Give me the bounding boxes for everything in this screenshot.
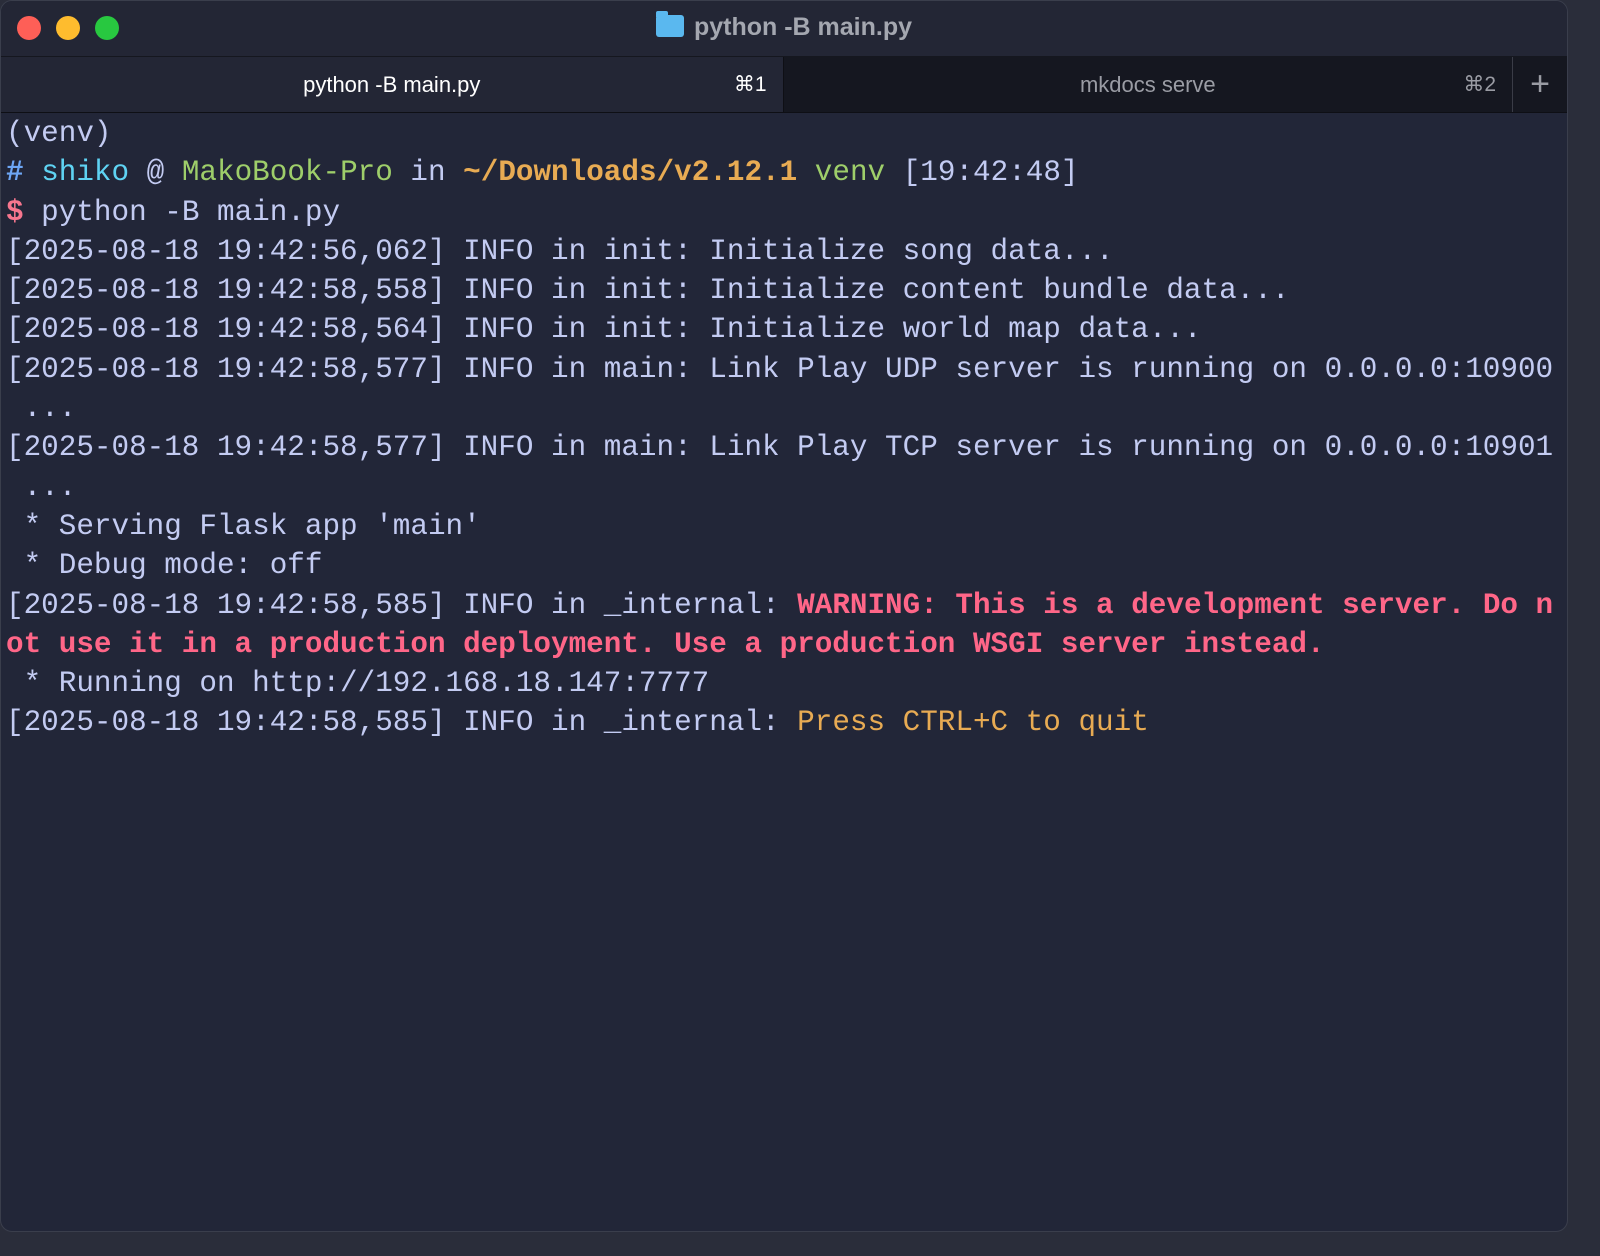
terminal-line: [2025-08-18 19:42:58,558] INFO in init: … (6, 271, 1553, 310)
tab-shortcut: ⌘2 (1463, 73, 1497, 96)
terminal-text-segment: WARNING: This is a development server. D… (797, 588, 1554, 622)
terminal-window: python -B main.py python -B main.py ⌘1 m… (0, 0, 1568, 1232)
terminal-text-segment: ot use it in a production deployment. Us… (6, 627, 1325, 661)
terminal-text-segment: [2025-08-18 19:42:58,585] INFO in _inter… (6, 706, 798, 740)
terminal-line: ot use it in a production deployment. Us… (6, 625, 1553, 664)
terminal-text-segment: [2025-08-18 19:42:58,577] INFO in main: … (6, 431, 1554, 465)
terminal-text-segment: shiko (41, 156, 130, 190)
terminal-text-segment: @ (129, 156, 182, 190)
terminal-text-segment: [2025-08-18 19:42:58,585] INFO in _inter… (6, 588, 798, 622)
terminal-text-segment: * Running on http://192.168.18.147:7777 (6, 667, 710, 701)
terminal-text-segment: venv (814, 156, 886, 190)
terminal-output[interactable]: (venv) # shiko @ MakoBook-Pro in ~/Downlo… (6, 114, 1553, 743)
terminal-line: $ python -B main.py (6, 193, 1553, 232)
terminal-line: * Debug mode: off (6, 546, 1553, 585)
terminal-line: ... (6, 389, 1553, 428)
terminal-text-segment: * Serving Flask app 'main' (6, 509, 481, 543)
terminal-text-segment: ... (6, 470, 77, 504)
terminal-line: * Serving Flask app 'main' (6, 507, 1553, 546)
terminal-text-segment: # (6, 156, 24, 190)
terminal-text-segment: [2025-08-18 19:42:58,558] INFO in init: … (6, 274, 1290, 308)
terminal-line: ... (6, 468, 1553, 507)
terminal-line: [2025-08-18 19:42:58,577] INFO in main: … (6, 350, 1553, 389)
title-bar: python -B main.py (1, 1, 1567, 56)
terminal-line: # shiko @ MakoBook-Pro in ~/Downloads/v2… (6, 153, 1553, 192)
tab-python[interactable]: python -B main.py ⌘1 (1, 57, 783, 112)
terminal-text-segment: [2025-08-18 19:42:56,062] INFO in init: … (6, 234, 1114, 268)
terminal-text-segment: ~/Downloads/v2.12.1 (463, 156, 798, 190)
tab-mkdocs[interactable]: mkdocs serve ⌘2 (782, 57, 1513, 112)
terminal-text-segment: (venv) (6, 117, 112, 150)
folder-icon (655, 11, 684, 37)
terminal-text-segment: in (392, 156, 464, 190)
terminal-text-segment: MakoBook-Pro (181, 156, 393, 190)
terminal-text-segment: [2025-08-18 19:42:58,564] INFO in init: … (6, 313, 1202, 347)
terminal-text-segment: [19:42:48] (885, 156, 1079, 190)
terminal-text-segment: * Debug mode: off (6, 549, 323, 583)
terminal-text-segment: $ (6, 195, 24, 229)
window-title: python -B main.py (693, 13, 913, 41)
terminal-text-segment: [2025-08-18 19:42:58,577] INFO in main: … (6, 352, 1554, 386)
tab-bar: python -B main.py ⌘1 mkdocs serve ⌘2 + (1, 56, 1567, 113)
terminal-text-segment: ... (6, 392, 77, 426)
terminal-line: [2025-08-18 19:42:58,585] INFO in _inter… (6, 586, 1553, 625)
terminal-line: (venv) (6, 114, 1553, 153)
terminal-text-segment: Press CTRL+C to quit (797, 706, 1149, 740)
new-tab-button[interactable]: + (1512, 57, 1567, 112)
terminal-line: [2025-08-18 19:42:58,577] INFO in main: … (6, 428, 1553, 467)
window-title-wrap: python -B main.py (1, 11, 1567, 42)
terminal-line: [2025-08-18 19:42:56,062] INFO in init: … (6, 232, 1553, 271)
tab-shortcut: ⌘1 (733, 73, 767, 96)
terminal-line: [2025-08-18 19:42:58,585] INFO in _inter… (6, 703, 1553, 742)
terminal-text-segment: python -B main.py (23, 195, 341, 229)
terminal-line: * Running on http://192.168.18.147:7777 (6, 664, 1553, 703)
terminal-line: [2025-08-18 19:42:58,564] INFO in init: … (6, 310, 1553, 349)
tab-label: mkdocs serve (1079, 71, 1216, 97)
tab-label: python -B main.py (303, 71, 481, 97)
